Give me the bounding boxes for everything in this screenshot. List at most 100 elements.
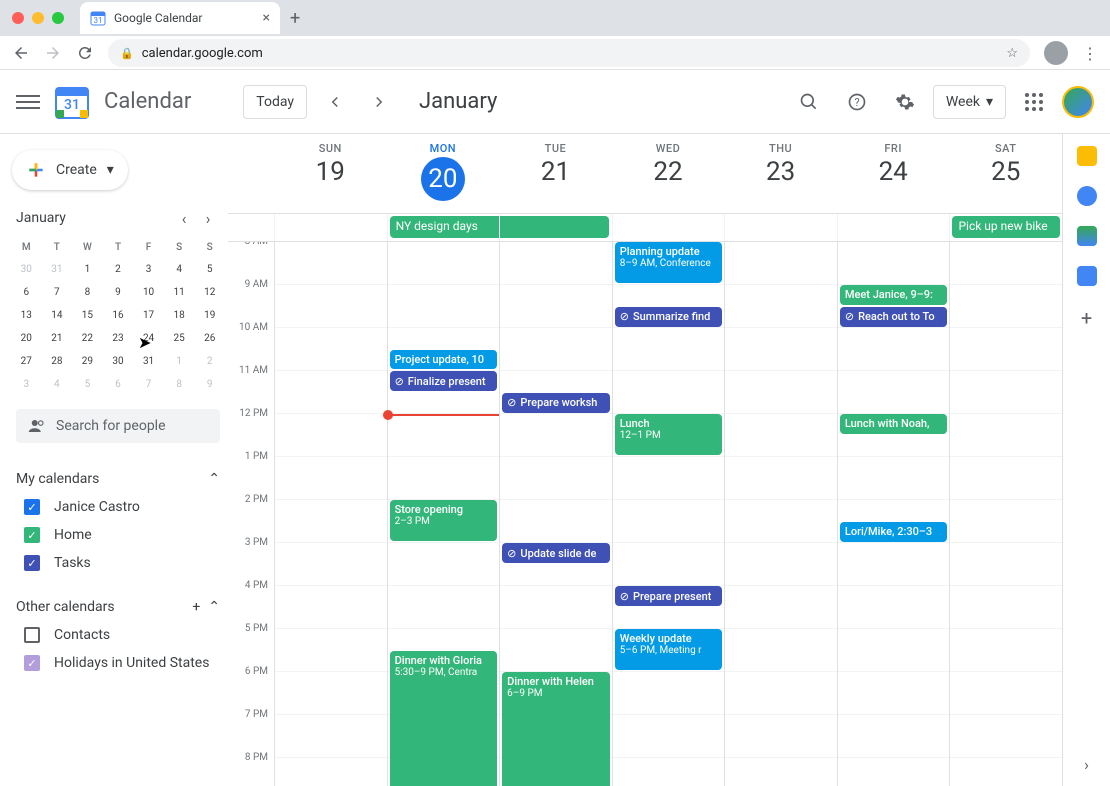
minimize-window[interactable] xyxy=(32,12,44,24)
bookmark-icon[interactable]: ☆ xyxy=(1006,46,1018,61)
calendar-item[interactable]: ✓Holidays in United States xyxy=(16,649,220,677)
mini-day[interactable]: 4 xyxy=(43,374,72,395)
search-icon[interactable] xyxy=(789,82,829,122)
calendar-event[interactable]: Lori/Mike, 2:30–3 xyxy=(840,522,948,542)
mini-day[interactable]: 8 xyxy=(165,374,194,395)
mini-day[interactable]: 25 xyxy=(165,328,194,349)
allday-event[interactable]: Pick up new bike xyxy=(952,216,1060,238)
calendar-event[interactable]: ⊘Reach out to To xyxy=(840,307,948,327)
mini-day[interactable]: 20 xyxy=(12,328,41,349)
day-header[interactable]: THU23 xyxy=(724,134,837,213)
day-column[interactable]: Project update, 10⊘Finalize presentStore… xyxy=(387,242,500,786)
mini-day[interactable]: 3 xyxy=(12,374,41,395)
mini-day[interactable]: 23 xyxy=(104,328,133,349)
browser-menu-icon[interactable]: ⋮ xyxy=(1082,44,1098,63)
calendar-event[interactable]: Lunch with Noah, xyxy=(840,414,948,434)
settings-icon[interactable] xyxy=(885,82,925,122)
help-icon[interactable]: ? xyxy=(837,82,877,122)
calendar-checkbox[interactable]: ✓ xyxy=(24,655,40,671)
mini-day[interactable]: 31 xyxy=(43,259,72,280)
tasks-icon[interactable] xyxy=(1077,186,1097,206)
mini-day[interactable]: 8 xyxy=(73,282,102,303)
prev-week-button[interactable] xyxy=(319,86,351,118)
search-people-input[interactable]: Search for people xyxy=(16,409,220,443)
calendar-event[interactable]: Project update, 10 xyxy=(390,350,498,370)
mini-day[interactable]: 24 xyxy=(134,328,163,349)
browser-tab[interactable]: 31 Google Calendar × xyxy=(80,2,280,34)
mini-day[interactable]: 2 xyxy=(195,351,224,372)
day-column[interactable]: Meet Janice, 9–9:⊘Reach out to ToLunch w… xyxy=(837,242,950,786)
mini-day[interactable]: 18 xyxy=(165,305,194,326)
calendar-item[interactable]: ✓Tasks xyxy=(16,549,220,577)
mini-prev-button[interactable]: ‹ xyxy=(172,206,196,230)
collapse-panel-icon[interactable]: › xyxy=(1084,755,1089,774)
mini-next-button[interactable]: › xyxy=(196,206,220,230)
calendar-event[interactable]: ⊘Update slide de xyxy=(502,543,610,563)
calendar-checkbox[interactable]: ✓ xyxy=(24,527,40,543)
mini-day[interactable]: 2 xyxy=(104,259,133,280)
add-addon-icon[interactable]: + xyxy=(1081,306,1092,330)
create-button[interactable]: Create ▾ xyxy=(12,150,128,190)
day-header[interactable]: SUN19 xyxy=(274,134,387,213)
mini-day[interactable]: 21 xyxy=(43,328,72,349)
allday-cell[interactable] xyxy=(612,214,725,241)
day-columns[interactable]: Project update, 10⊘Finalize presentStore… xyxy=(274,242,1062,786)
day-column[interactable] xyxy=(724,242,837,786)
day-column[interactable] xyxy=(274,242,387,786)
mini-day[interactable]: 6 xyxy=(104,374,133,395)
allday-cell[interactable] xyxy=(724,214,837,241)
calendar-event[interactable]: ⊘Prepare present xyxy=(615,586,723,606)
allday-cell[interactable] xyxy=(837,214,950,241)
calendar-event[interactable]: Weekly update5–6 PM, Meeting r xyxy=(615,629,723,670)
keep-icon[interactable] xyxy=(1077,146,1097,166)
mini-day[interactable]: 4 xyxy=(165,259,194,280)
mini-day[interactable]: 28 xyxy=(43,351,72,372)
day-header[interactable]: SAT25 xyxy=(949,134,1062,213)
allday-cell[interactable] xyxy=(274,214,387,241)
my-calendars-toggle[interactable]: My calendars ⌃ xyxy=(16,465,220,493)
calendar-checkbox[interactable]: ✓ xyxy=(24,499,40,515)
add-calendar-icon[interactable]: + xyxy=(192,599,200,615)
mini-day[interactable]: 30 xyxy=(12,259,41,280)
mini-day[interactable]: 1 xyxy=(73,259,102,280)
calendar-event[interactable]: Dinner with Gloria5:30–9 PM, Centra xyxy=(390,651,498,786)
calendar-item[interactable]: ✓Home xyxy=(16,521,220,549)
mini-day[interactable]: 13 xyxy=(12,305,41,326)
day-header[interactable]: WED22 xyxy=(612,134,725,213)
new-tab-button[interactable]: + xyxy=(290,8,300,29)
mini-day[interactable]: 14 xyxy=(43,305,72,326)
allday-cell[interactable]: Pick up new bike xyxy=(949,214,1062,241)
close-tab-icon[interactable]: × xyxy=(263,10,270,26)
calendar-event[interactable]: ⊘Prepare worksh xyxy=(502,393,610,413)
other-calendars-toggle[interactable]: Other calendars + ⌃ xyxy=(16,593,220,621)
mini-day[interactable]: 31 xyxy=(134,351,163,372)
main-menu-button[interactable] xyxy=(16,90,40,114)
calendar-item[interactable]: Contacts xyxy=(16,621,220,649)
contacts-icon[interactable] xyxy=(1077,266,1097,286)
reload-button[interactable] xyxy=(76,44,94,62)
day-header[interactable]: MON20 xyxy=(387,134,500,213)
mini-day[interactable]: 16 xyxy=(104,305,133,326)
maximize-window[interactable] xyxy=(52,12,64,24)
mini-day[interactable]: 10 xyxy=(134,282,163,303)
calendar-event[interactable]: Lunch12–1 PM xyxy=(615,414,723,455)
mini-day[interactable]: 30 xyxy=(104,351,133,372)
user-avatar[interactable] xyxy=(1062,86,1094,118)
mini-day[interactable]: 9 xyxy=(195,374,224,395)
mini-day[interactable]: 17 xyxy=(134,305,163,326)
mini-day[interactable]: 5 xyxy=(73,374,102,395)
day-column[interactable]: ⊘Prepare worksh ⊘Update slide de Dinner wi… xyxy=(499,242,612,786)
mini-day[interactable]: 15 xyxy=(73,305,102,326)
calendar-event[interactable]: Dinner with Helen6–9 PM xyxy=(502,672,610,786)
mini-day[interactable]: 27 xyxy=(12,351,41,372)
mini-day[interactable]: 1 xyxy=(165,351,194,372)
google-apps-icon[interactable] xyxy=(1014,82,1054,122)
mini-day[interactable]: 3 xyxy=(134,259,163,280)
back-button[interactable] xyxy=(12,44,30,62)
mini-day[interactable]: 29 xyxy=(73,351,102,372)
mini-day[interactable]: 7 xyxy=(43,282,72,303)
maps-icon[interactable] xyxy=(1077,226,1097,246)
calendar-event[interactable]: ⊘Summarize find xyxy=(615,307,723,327)
mini-calendar[interactable]: MTWTFSS303112345678910111213141516171819… xyxy=(8,238,228,395)
mini-day[interactable]: 9 xyxy=(104,282,133,303)
